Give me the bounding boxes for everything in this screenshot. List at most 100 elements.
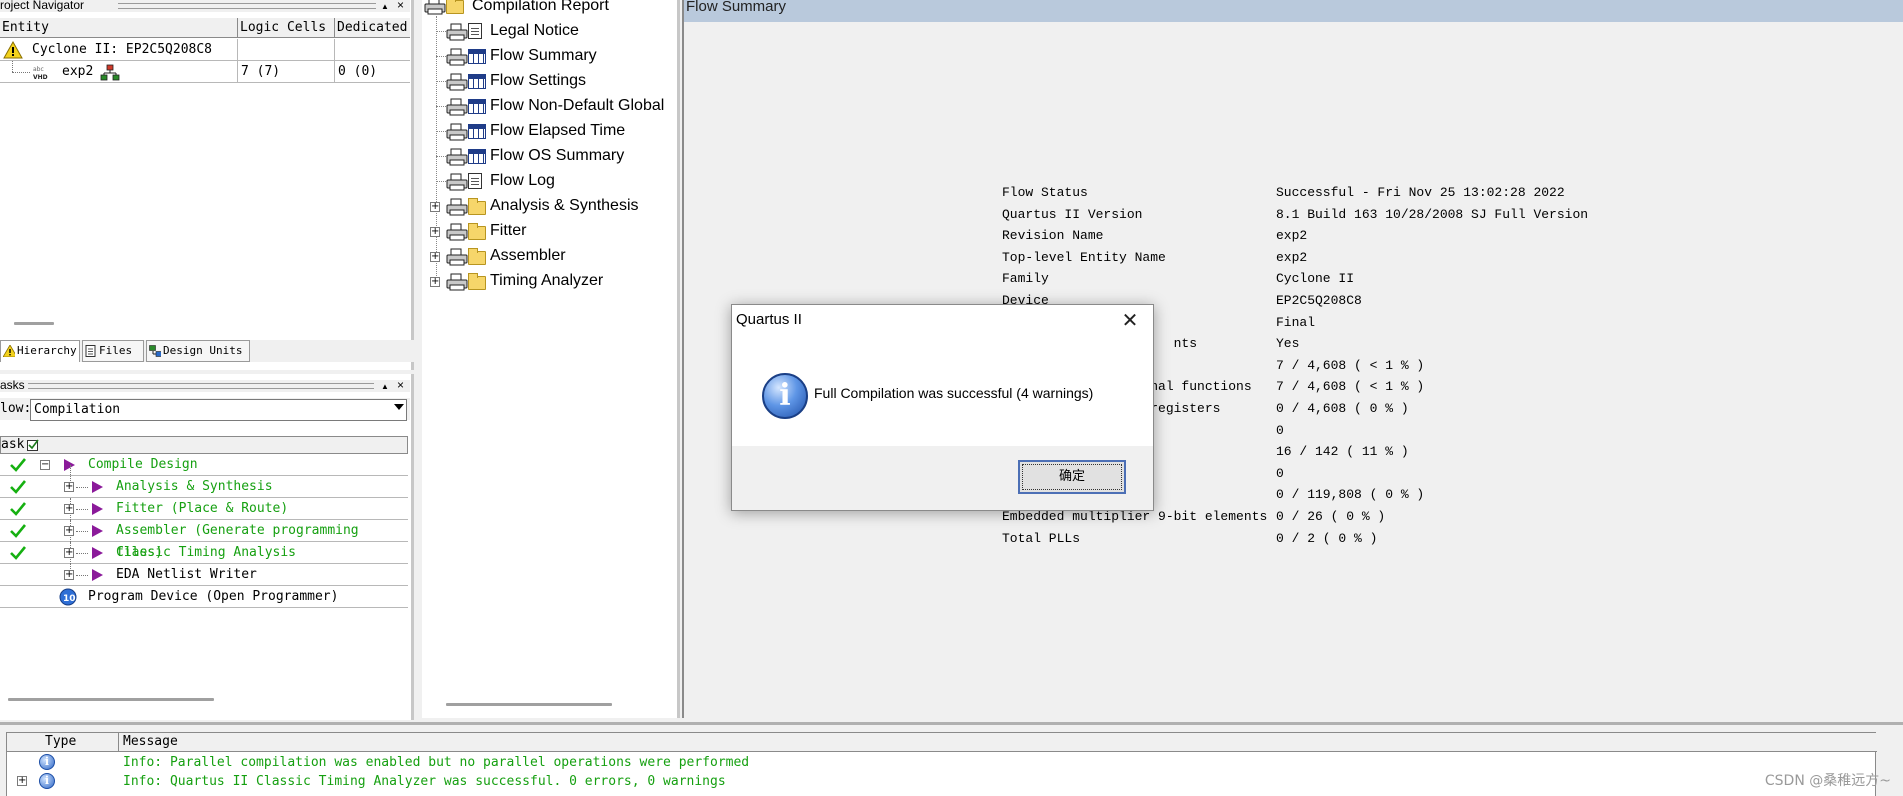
project-navigator-titlebar[interactable]: roject Navigator ▲ × [0, 0, 410, 12]
navigator-tabs: Hierarchy Files Design Units [0, 340, 414, 362]
tree-connector [12, 72, 30, 73]
column-type[interactable]: Type [7, 733, 119, 752]
svg-text:abc: abc [33, 66, 44, 73]
summary-value: 16 / 142 ( 11 % ) [1276, 444, 1409, 460]
close-icon[interactable]: ✕ [1115, 307, 1145, 335]
tree-item-label: Flow OS Summary [490, 147, 625, 164]
flow-select[interactable]: Compilation [30, 399, 407, 421]
tree-item-label: Flow Elapsed Time [490, 122, 626, 139]
expand-toggle[interactable]: + [64, 482, 74, 492]
tree-item-label: Assembler [490, 247, 566, 264]
tab-hierarchy[interactable]: Hierarchy [0, 340, 80, 362]
expand-toggle[interactable]: + [430, 252, 440, 262]
task-assembler[interactable]: + Assembler (Generate programming files) [0, 520, 408, 560]
expand-toggle[interactable]: + [17, 776, 27, 786]
summary-value: 8.1 Build 163 10/28/2008 SJ Full Version [1276, 206, 1589, 222]
summary-value: 0 [1276, 422, 1284, 438]
pin-icon[interactable]: ▲ [381, 1, 389, 13]
printer-icon [424, 0, 446, 15]
tasks-titlebar[interactable]: asks ▲ × [0, 378, 410, 393]
tree-connector [76, 509, 88, 510]
tree-connector [436, 31, 446, 32]
summary-value: Cyclone II [1276, 271, 1355, 287]
tree-item-label: Flow Summary [490, 47, 597, 64]
messages-panel: Type Message i Info: Parallel compilatio… [0, 722, 1903, 796]
info-icon: i [39, 754, 55, 770]
flow-selector-row: low: Compilation [0, 398, 410, 421]
horizontal-scrollbar-thumb[interactable] [8, 698, 214, 701]
expand-toggle[interactable]: + [430, 277, 440, 287]
dedicated-cell: 0 (0) [338, 64, 378, 79]
programmer-icon[interactable]: 10 [58, 588, 78, 606]
collapse-toggle[interactable]: − [40, 460, 50, 470]
ok-button[interactable]: 确定 [1018, 460, 1126, 494]
tree-connector [436, 156, 446, 157]
folder-icon [468, 223, 486, 240]
task-eda-netlist-writer[interactable]: + EDA Netlist Writer [0, 564, 408, 586]
message-row[interactable]: i Info: Parallel compilation was enabled… [7, 753, 1877, 772]
table-icon [468, 149, 486, 164]
task-label: Fitter (Place & Route) [116, 501, 289, 516]
run-task-icon[interactable] [92, 525, 103, 537]
expand-toggle[interactable]: + [64, 570, 74, 580]
horizontal-scrollbar-thumb[interactable] [14, 322, 54, 325]
column-dedicated[interactable]: Dedicated [335, 18, 410, 38]
tree-connector [76, 531, 88, 532]
task-fitter[interactable]: + Fitter (Place & Route) [0, 498, 408, 520]
run-task-icon[interactable] [92, 503, 103, 515]
expand-toggle[interactable]: + [430, 227, 440, 237]
pin-icon[interactable]: ▲ [381, 381, 389, 393]
entity-name: exp2 [62, 64, 94, 79]
hierarchy-row-exp2[interactable]: abc VHD exp2 7 (7) 0 (0) [0, 61, 410, 83]
expand-toggle[interactable]: + [64, 504, 74, 514]
logic-cells-cell: 7 (7) [238, 61, 335, 83]
expand-toggle[interactable]: + [64, 548, 74, 558]
tasks-title: asks [0, 378, 25, 392]
close-icon[interactable]: × [397, 0, 404, 11]
printer-icon [446, 148, 468, 166]
summary-value: 7 / 4,608 ( < 1 % ) [1276, 379, 1425, 395]
message-row[interactable]: + i Info: Quartus II Classic Timing Anal… [7, 772, 1877, 791]
column-logic-cells[interactable]: Logic Cells [238, 18, 335, 38]
tree-item-label: Flow Log [490, 172, 555, 189]
titlebar-grip[interactable] [28, 383, 374, 389]
column-message[interactable]: Message [119, 733, 1877, 752]
vhdl-file-icon: abcVHD [33, 66, 48, 80]
info-icon: i [39, 773, 55, 789]
close-icon[interactable]: × [397, 379, 404, 391]
chevron-down-icon[interactable] [394, 404, 404, 410]
task-compile-design[interactable]: − Compile Design [0, 454, 408, 476]
run-task-icon[interactable] [92, 547, 103, 559]
task-analysis-synthesis[interactable]: + Analysis & Synthesis [0, 465, 408, 498]
flow-select-value: Compilation [34, 402, 121, 417]
column-entity[interactable]: Entity [0, 18, 238, 38]
printer-icon [446, 248, 468, 266]
run-task-icon[interactable] [92, 569, 103, 581]
titlebar-grip[interactable] [118, 3, 376, 9]
task-program-device[interactable]: 10 Program Device (Open Programmer) [0, 586, 408, 608]
message-dialog: Quartus II ✕ i Full Compilation was succ… [731, 304, 1154, 511]
hierarchy-header: Entity Logic Cells Dedicated [0, 18, 410, 38]
tab-files[interactable]: Files [82, 340, 144, 362]
hierarchy-instance-icon[interactable] [100, 64, 120, 81]
success-check-icon [10, 524, 26, 538]
task-classic-timing-analysis[interactable]: + Classic Timing Analysis [0, 542, 408, 564]
summary-value: Final [1276, 314, 1316, 330]
tree-item-label: Timing Analyzer [490, 272, 604, 289]
hierarchy-row-device[interactable]: Cyclone II: EP2C5Q208C8 [0, 39, 410, 61]
svg-text:10: 10 [63, 594, 76, 604]
tab-design-units[interactable]: Design Units [146, 340, 250, 362]
success-check-icon [10, 546, 26, 560]
tab-hierarchy-label: Hierarchy [17, 344, 77, 357]
edit-checkbox-icon[interactable] [27, 439, 39, 451]
run-task-icon[interactable] [92, 481, 103, 493]
document-icon [468, 23, 482, 39]
horizontal-scrollbar-thumb[interactable] [446, 703, 612, 706]
expand-toggle[interactable]: + [430, 202, 440, 212]
task-label: Compile Design [88, 457, 198, 472]
task-column-label[interactable]: ask [1, 437, 24, 452]
expand-toggle[interactable]: + [64, 526, 74, 536]
summary-value: exp2 [1276, 249, 1308, 265]
warning-icon [3, 345, 15, 357]
watermark: CSDN @桑稚远方~ [1764, 773, 1891, 789]
